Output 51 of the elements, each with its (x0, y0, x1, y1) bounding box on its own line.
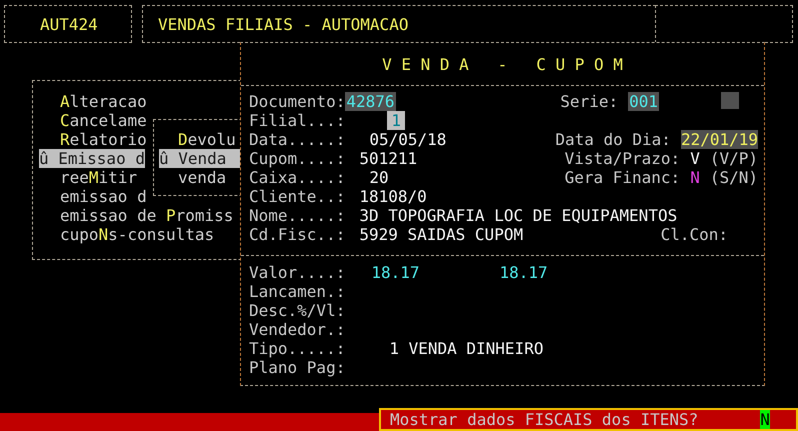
field-value: 5929 SAIDAS CUPOM (359, 225, 524, 244)
field-label: Cl.Con: (660, 225, 728, 244)
prompt-question: Mostrar dados FISCAIS dos ITENS? (390, 410, 698, 429)
menu-item[interactable]: Devolu (178, 130, 236, 149)
field-label: Vendedor.: (249, 320, 346, 339)
field-label: Plano Pag: (249, 358, 346, 377)
field-label: Tipo.....: (249, 339, 346, 358)
field-label: Lancamen.: (249, 282, 346, 301)
amount-value: 18.17 (371, 263, 420, 282)
field-label: Nome.....: (249, 206, 346, 225)
field-value: N (690, 168, 700, 187)
menu-item[interactable]: Cancelame (60, 111, 147, 130)
program-code: AUT424 (40, 14, 98, 34)
amount-value: 18.17 (500, 263, 548, 282)
field-label: Caixa....: (249, 168, 346, 187)
menu-item[interactable]: emissao de P romiss (60, 206, 234, 225)
field-value: 3D TOPOGRAFIA LOC DE EQUIPAMENTOS (359, 206, 678, 225)
menu-item[interactable]: emissao d (60, 187, 147, 206)
field-label: Cliente..: (249, 187, 346, 206)
field-label: Data do Dia: (555, 130, 671, 149)
field-value: V (690, 149, 700, 168)
field-label: Vista/Prazo: (564, 149, 680, 168)
field-label: Documento: (249, 92, 346, 111)
answer-field[interactable]: N (760, 410, 770, 429)
field-value: 1 VENDA DINHEIRO (389, 339, 544, 358)
field-label: Filial...: (249, 111, 346, 130)
field-value: 05/05/18 (369, 130, 446, 149)
input-block (721, 92, 739, 109)
field-label: Cd.Fisc..: (249, 225, 346, 244)
field-value: 501211 (359, 149, 418, 168)
field-label: Cupom....: (249, 149, 346, 168)
menu-item[interactable]: Alteracao (60, 92, 147, 111)
field-label: Gera Financ: (564, 168, 680, 187)
menu-item[interactable]: Relatorio (60, 130, 147, 149)
window-title: V E N D A - C U P O M (382, 54, 623, 74)
field-value: 18108/0 (359, 187, 427, 206)
menu-item[interactable]: reeMitir (60, 168, 138, 187)
field-value: 20 (369, 168, 389, 187)
field-label: Valor....: (249, 263, 346, 282)
menu-item[interactable]: venda (178, 168, 226, 187)
menu-item[interactable]: û Emissao d (39, 149, 145, 168)
option-hint: (V/P) (710, 149, 758, 168)
field-value: 22/01/19 (680, 130, 758, 149)
window-title: VENDAS FILIAIS - AUTOMACAO (158, 14, 408, 34)
field-label: Desc.%/Vl: (249, 301, 346, 320)
option-hint: (S/N) (710, 168, 758, 187)
field-label: Data.....: (249, 130, 346, 149)
menu-item[interactable]: cupoNs-consultas (60, 225, 214, 244)
field-label: Serie: (560, 92, 618, 111)
field-value[interactable]: 42876 (345, 92, 396, 111)
field-value[interactable]: 001 (628, 92, 659, 111)
